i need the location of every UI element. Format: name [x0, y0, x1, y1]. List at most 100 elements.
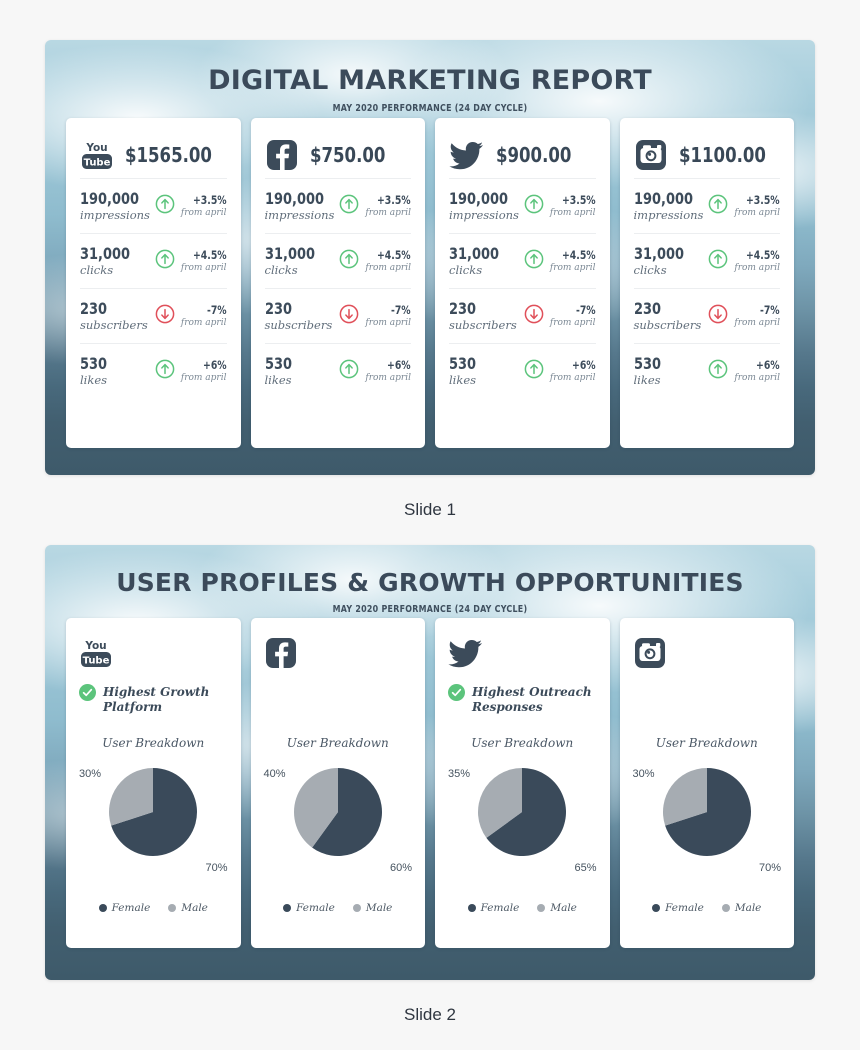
delta-percent: +3.5%: [561, 192, 596, 207]
page-title: USER PROFILES & GROWTH OPPORTUNITIES: [116, 568, 744, 597]
metric-card-twitter[interactable]: $900.00 190,000 impressions +3.5% from a…: [435, 118, 610, 448]
metric-value: 190,000: [264, 189, 324, 209]
arrow-up-icon: [155, 249, 175, 274]
metric-value: 530: [80, 354, 108, 374]
delta-text-group: +6% from april: [365, 358, 411, 384]
metric-label: subscribers: [264, 318, 333, 333]
metric-label: likes: [80, 373, 108, 388]
metric-card-youtube[interactable]: You Tube $1565.00 190,000 impressions +3…: [66, 118, 241, 448]
metric-value: 230: [80, 299, 108, 319]
delta-period: from april: [549, 317, 596, 328]
delta-percent: -7%: [760, 302, 780, 317]
metric-delta-group: +3.5% from april: [155, 192, 227, 219]
delta-percent: -7%: [575, 302, 596, 317]
metric-delta-group: +4.5% from april: [339, 248, 411, 274]
metric-value-group: 190,000 impressions: [634, 190, 704, 222]
legend-dot-icon: [721, 904, 730, 912]
metric-value-group: 31,000 clicks: [265, 245, 321, 277]
profile-card-facebook[interactable]: User Breakdown 40% 60% Female Male: [250, 618, 425, 948]
chart-legend: Female Male: [79, 902, 228, 914]
metric-value-group: 190,000 impressions: [265, 190, 335, 222]
delta-text-group: +3.5% from april: [180, 192, 227, 219]
metric-delta-group: +3.5% from april: [339, 193, 411, 219]
legend-label: Female: [480, 902, 520, 914]
profile-cards-row: You Tube Highest Growth Platform User Br…: [66, 618, 794, 948]
slide-1-container: DIGITAL MARKETING REPORT MAY 2020 PERFOR…: [45, 40, 815, 520]
metric-delta-group: +6% from april: [524, 358, 596, 384]
delta-period: from april: [365, 207, 411, 218]
pie-label-male: 30%: [632, 768, 655, 780]
profile-card-instagram[interactable]: User Breakdown 30% 70% Female Male: [619, 618, 794, 948]
delta-text-group: +4.5% from april: [365, 248, 411, 274]
delta-period: from april: [365, 262, 411, 273]
card-header: You Tube $1565.00: [80, 132, 227, 178]
presentation-page: DIGITAL MARKETING REPORT MAY 2020 PERFOR…: [0, 0, 860, 1050]
metric-label: impressions: [80, 208, 150, 223]
chart-legend: Female Male: [264, 902, 413, 914]
delta-percent: -7%: [391, 302, 411, 317]
slide-2[interactable]: USER PROFILES & GROWTH OPPORTUNITIES MAY…: [45, 545, 815, 980]
metric-value-group: 230 subscribers: [449, 300, 517, 332]
delta-period: from april: [180, 262, 227, 273]
arrow-up-icon: [708, 194, 728, 219]
slide-1[interactable]: DIGITAL MARKETING REPORT MAY 2020 PERFOR…: [45, 40, 815, 475]
metric-row: 190,000 impressions +3.5% from april: [80, 178, 227, 233]
delta-percent: -7%: [206, 302, 227, 317]
chart-title: User Breakdown: [655, 736, 758, 750]
metric-label: impressions: [264, 208, 335, 223]
metric-card-facebook[interactable]: $750.00 190,000 impressions +3.5% from a…: [250, 118, 425, 448]
card-amount: $1100.00: [678, 143, 766, 167]
delta-period: from april: [180, 207, 227, 218]
metric-label: clicks: [264, 263, 298, 278]
metric-value-group: 530 likes: [80, 355, 110, 387]
metric-delta-group: -7% from april: [524, 302, 596, 329]
metric-row: 230 subscribers -7% from april: [264, 288, 411, 343]
pie-label-female: 70%: [205, 862, 228, 874]
delta-text-group: -7% from april: [365, 302, 411, 329]
metric-value: 230: [264, 299, 292, 319]
arrow-up-icon: [524, 194, 544, 219]
metric-value-group: 230 subscribers: [265, 300, 333, 332]
youtube-icon: You Tube: [80, 138, 114, 172]
legend-label: Male: [365, 902, 393, 914]
metric-label: likes: [633, 373, 661, 388]
delta-percent: +4.5%: [192, 247, 227, 262]
metric-row: 530 likes +6% from april: [449, 343, 596, 398]
legend-dot-icon: [467, 904, 476, 912]
metric-value-group: 530 likes: [449, 355, 479, 387]
metric-cards-row: You Tube $1565.00 190,000 impressions +3…: [66, 118, 794, 448]
svg-text:Tube: Tube: [84, 158, 111, 169]
metric-card-instagram[interactable]: $1100.00 190,000 impressions +3.5% from …: [619, 118, 794, 448]
delta-period: from april: [549, 207, 596, 218]
pie-label-female: 65%: [574, 862, 597, 874]
metric-delta-group: +3.5% from april: [708, 193, 780, 219]
metric-delta-group: -7% from april: [339, 302, 411, 329]
arrow-down-icon: [155, 304, 175, 329]
metric-label: impressions: [633, 208, 704, 223]
delta-period: from april: [549, 262, 596, 273]
legend-dot-icon: [537, 904, 546, 912]
metric-value: 190,000: [449, 189, 509, 209]
profile-card-youtube[interactable]: You Tube Highest Growth Platform User Br…: [66, 618, 241, 948]
slide-1-caption: Slide 1: [404, 500, 456, 519]
delta-percent: +6%: [756, 357, 780, 372]
delta-text-group: -7% from april: [181, 302, 227, 329]
legend-label: Male: [734, 902, 762, 914]
page-subtitle: MAY 2020 PERFORMANCE (24 DAY CYCLE): [332, 604, 528, 615]
metric-delta-group: +6% from april: [339, 358, 411, 384]
metric-value: 31,000: [80, 244, 130, 264]
metric-delta-group: +4.5% from april: [524, 247, 596, 274]
highlight-badge: Highest Outreach Responses: [448, 684, 597, 718]
delta-percent: +3.5%: [192, 192, 227, 207]
profile-card-twitter[interactable]: Highest Outreach Responses User Breakdow…: [435, 618, 610, 948]
badge-label: Highest Growth Platform: [103, 685, 210, 715]
svg-text:You: You: [84, 640, 106, 652]
metric-label: likes: [449, 373, 477, 388]
metric-delta-group: +4.5% from april: [708, 248, 780, 274]
metric-delta-group: +6% from april: [708, 357, 780, 384]
delta-text-group: +6% from april: [734, 357, 780, 384]
delta-percent: +4.5%: [561, 247, 596, 262]
instagram-icon: [633, 636, 667, 670]
metric-value-group: 190,000 impressions: [449, 190, 519, 222]
legend-item-female: Female: [98, 902, 150, 914]
